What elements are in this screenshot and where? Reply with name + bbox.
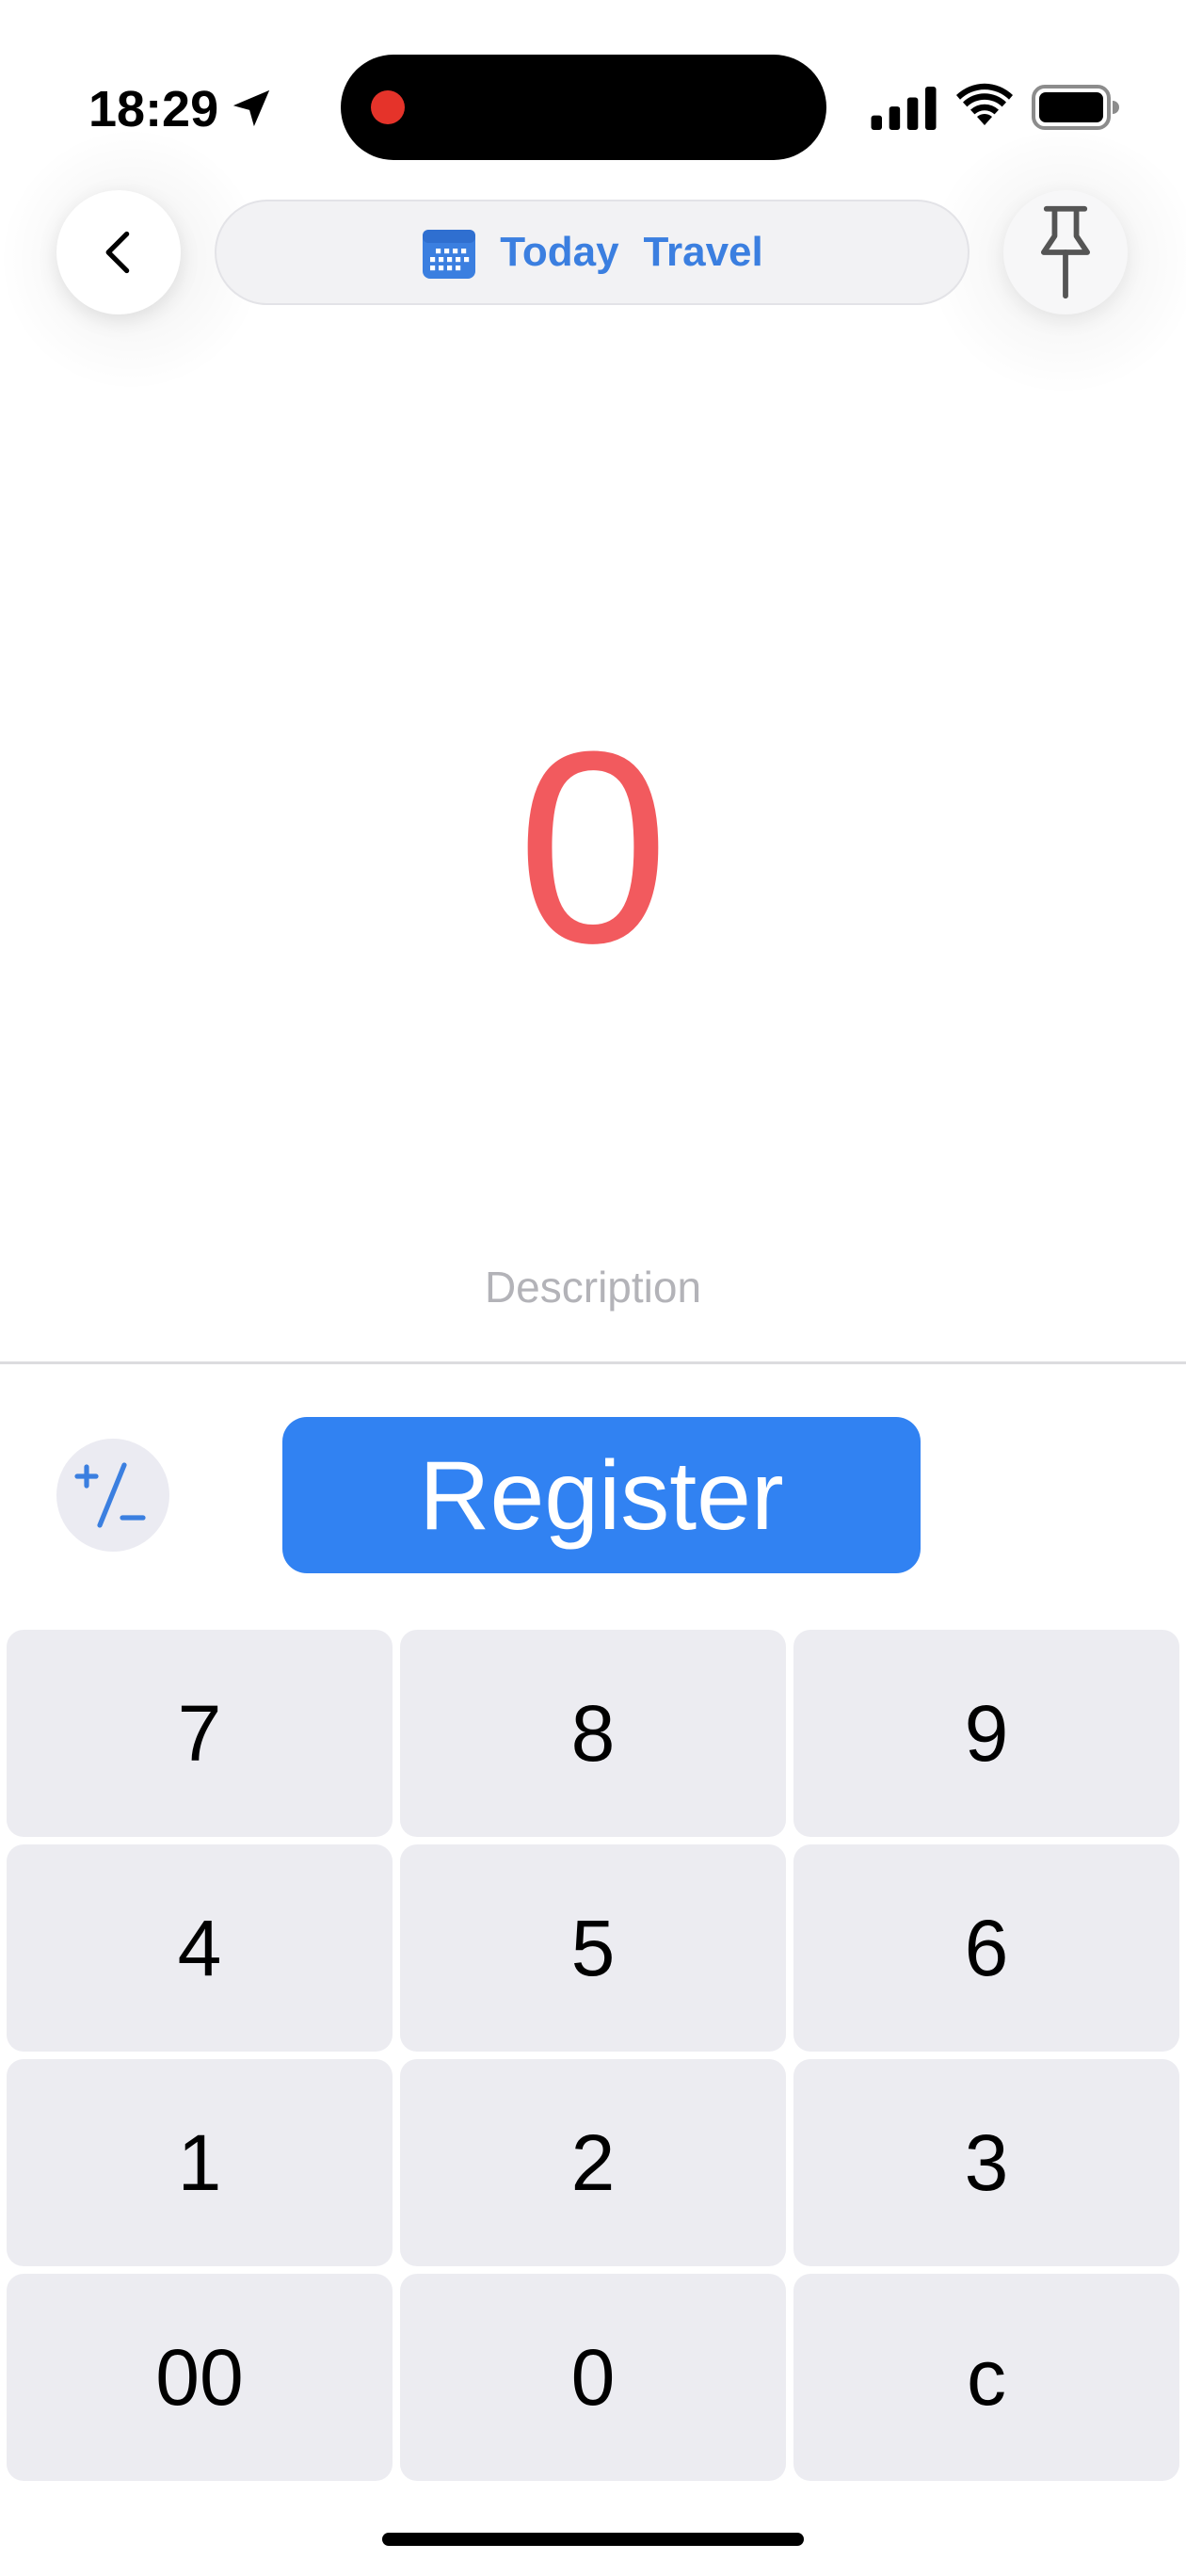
recording-dot-icon: [371, 90, 405, 124]
wifi-icon: [956, 83, 1013, 125]
key-0[interactable]: 0: [400, 2274, 786, 2481]
back-button[interactable]: [56, 190, 181, 314]
key-3[interactable]: 3: [793, 2059, 1179, 2266]
category-label: Travel: [643, 229, 763, 275]
battery-icon: [1032, 85, 1119, 130]
cellular-signal-icon: [871, 87, 937, 130]
plus-minus-icon: [74, 1462, 146, 1528]
key-9[interactable]: 9: [793, 1630, 1179, 1837]
key-1[interactable]: 1: [7, 2059, 393, 2266]
status-time: 18:29: [88, 81, 219, 137]
divider: [0, 1361, 1186, 1364]
home-indicator[interactable]: [382, 2533, 804, 2546]
key-8[interactable]: 8: [400, 1630, 786, 1837]
plus-minus-button[interactable]: [56, 1439, 169, 1552]
description-field[interactable]: Description: [0, 1262, 1186, 1312]
key-5[interactable]: 5: [400, 1844, 786, 2052]
key-7[interactable]: 7: [7, 1630, 393, 1837]
amount-display: 0: [517, 695, 669, 1000]
register-button[interactable]: Register: [282, 1417, 921, 1573]
chevron-left-icon: [105, 231, 130, 274]
key-2[interactable]: 2: [400, 2059, 786, 2266]
pin-button[interactable]: [1003, 190, 1128, 314]
key-4[interactable]: 4: [7, 1844, 393, 2052]
key-00[interactable]: 00: [7, 2274, 393, 2481]
key-6[interactable]: 6: [793, 1844, 1179, 2052]
dynamic-island: [341, 55, 826, 160]
calendar-icon: [423, 230, 476, 279]
key-clear[interactable]: c: [793, 2274, 1179, 2481]
date-label: Today: [500, 229, 619, 275]
date-category-selector[interactable]: Today Travel: [215, 200, 970, 305]
location-arrow-icon: [232, 89, 270, 127]
pushpin-icon: [1041, 205, 1090, 299]
